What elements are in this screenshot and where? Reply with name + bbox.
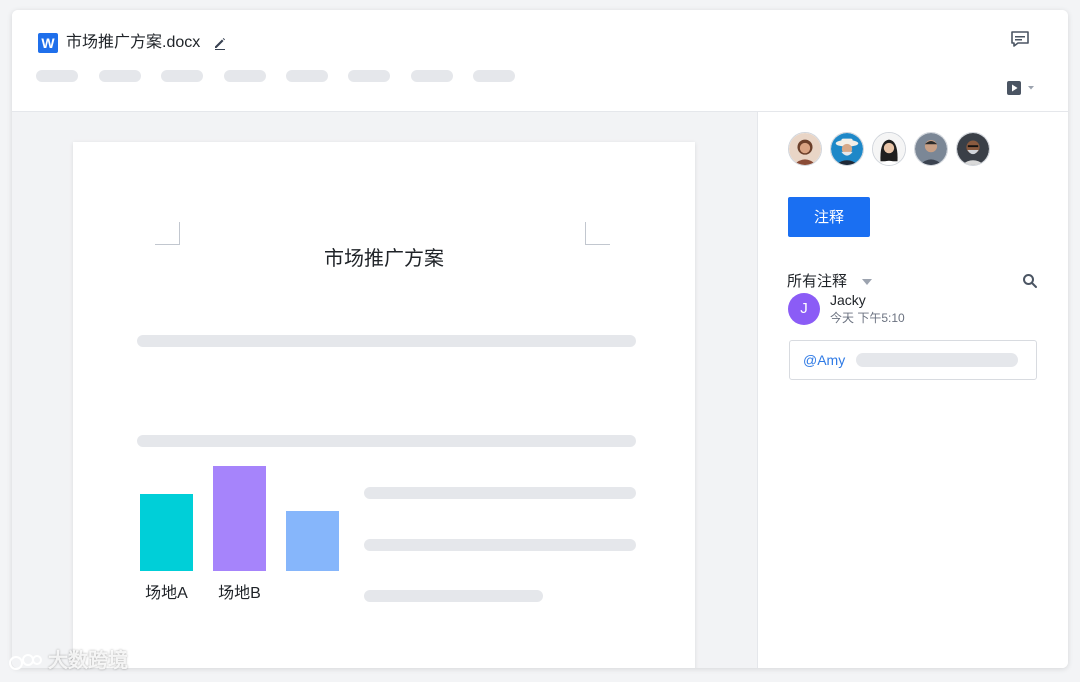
chevron-down-icon[interactable] — [862, 279, 872, 285]
chart-category-label: 场地B — [218, 584, 261, 602]
word-file-icon: W — [38, 33, 58, 53]
comment-input[interactable]: @Amy — [789, 340, 1037, 380]
toolbar-item-placeholder[interactable] — [99, 70, 141, 82]
text-line-placeholder — [364, 539, 636, 551]
document-title[interactable]: 市场推广方案.docx — [66, 33, 200, 53]
app-window: W 市场推广方案.docx 市场推广方案 场地A 场地B 注释 所有注释 J J… — [12, 10, 1068, 668]
top-bar: W 市场推广方案.docx — [12, 10, 1068, 112]
search-icon[interactable] — [1022, 273, 1038, 289]
text-line-placeholder — [137, 435, 636, 447]
comments-sidebar: 注释 所有注释 J Jacky 今天 下午5:10 @Amy — [758, 112, 1068, 668]
chart-bar — [213, 466, 266, 571]
document-page[interactable]: 市场推广方案 场地A 场地B — [73, 142, 695, 668]
collaborator-avatar[interactable] — [956, 132, 990, 166]
chart-category-label: 场地A — [145, 584, 188, 602]
watermark-logo — [9, 653, 42, 670]
comment-icon[interactable] — [1010, 30, 1030, 48]
annotate-button[interactable]: 注释 — [788, 197, 870, 237]
toolbar-item-placeholder[interactable] — [473, 70, 515, 82]
collaborator-avatar[interactable] — [830, 132, 864, 166]
text-line-placeholder — [364, 487, 636, 499]
toolbar-item-placeholder[interactable] — [348, 70, 390, 82]
comment-filter-dropdown[interactable]: 所有注释 — [787, 272, 847, 292]
chart-bar — [286, 511, 339, 571]
pencil-icon[interactable] — [212, 35, 228, 51]
present-icon[interactable] — [1006, 80, 1040, 96]
collaborator-avatar[interactable] — [872, 132, 906, 166]
mention-tag[interactable]: @Amy — [803, 352, 845, 368]
text-line-placeholder — [137, 335, 636, 347]
watermark-text: 大数跨境 — [48, 650, 128, 672]
comment-author-name: Jacky — [830, 292, 866, 308]
document-canvas: 市场推广方案 场地A 场地B — [12, 112, 758, 668]
toolbar-item-placeholder[interactable] — [161, 70, 203, 82]
chevron-down-icon — [1028, 86, 1034, 90]
comment-text-placeholder — [856, 353, 1018, 367]
toolbar-item-placeholder[interactable] — [286, 70, 328, 82]
toolbar-item-placeholder[interactable] — [411, 70, 453, 82]
bar-chart: 场地A 场地B — [140, 466, 339, 602]
watermark: 大数跨境 — [8, 646, 148, 676]
collaborator-avatar[interactable] — [788, 132, 822, 166]
comment-author-avatar[interactable]: J — [788, 293, 820, 325]
toolbar-item-placeholder[interactable] — [36, 70, 78, 82]
toolbar-item-placeholder[interactable] — [224, 70, 266, 82]
chart-bar — [140, 494, 193, 571]
comment-timestamp: 今天 下午5:10 — [830, 311, 905, 325]
collaborator-avatar[interactable] — [914, 132, 948, 166]
text-line-placeholder — [364, 590, 543, 602]
page-heading: 市场推广方案 — [324, 248, 444, 270]
